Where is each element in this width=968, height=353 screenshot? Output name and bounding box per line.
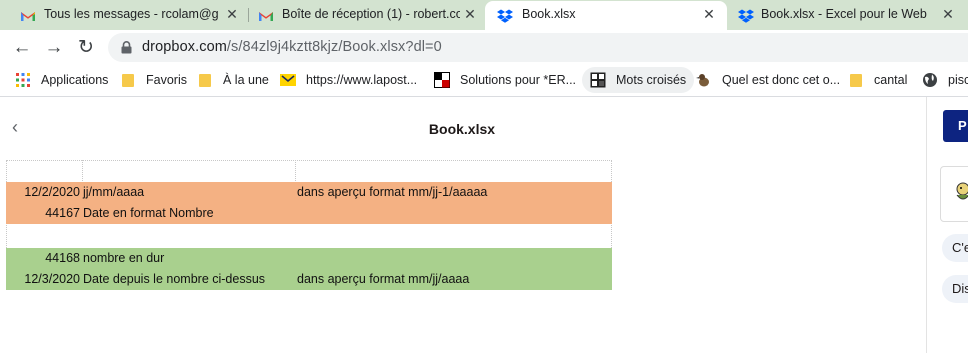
cell-a5[interactable]: 44168 <box>6 248 80 269</box>
crossword-grid-icon <box>590 72 606 88</box>
bookmark-label: Solutions pour *ER... <box>460 73 577 87</box>
tab-title: Book.xlsx <box>522 7 576 21</box>
bookmark-label: Mots croisés <box>616 73 687 87</box>
folder-icon <box>120 72 136 88</box>
close-icon[interactable]: ✕ <box>940 6 956 23</box>
right-sidebar: P C'e Dis <box>926 97 968 353</box>
tab-gmail-inbox[interactable]: Boîte de réception (1) - robert.co ✕ <box>238 1 485 30</box>
user-avatar-icon <box>956 182 968 200</box>
sidebar-pill-comment[interactable]: C'e <box>942 234 968 262</box>
bookmark-cantal[interactable]: cantal <box>848 66 907 94</box>
bookmark-label: Favoris <box>146 73 187 87</box>
bookmark-label: Applications <box>41 73 109 87</box>
cell-a6[interactable]: 12/3/2020 <box>6 269 80 290</box>
cell-a3[interactable]: 44167 <box>6 203 80 224</box>
address-bar[interactable]: dropbox.com/s/84zl9j4kztt8kjz/Book.xlsx?… <box>108 33 968 62</box>
bookmark-label: cantal <box>874 73 908 87</box>
close-icon[interactable]: ✕ <box>701 6 717 23</box>
tab-gmail-all-messages[interactable]: Tous les messages - rcolam@gm ✕ <box>0 1 247 30</box>
bird-icon <box>696 74 709 87</box>
spreadsheet-preview: 12/2/2020 jj/mm/aaaa dans aperçu format … <box>6 160 612 291</box>
reload-icon[interactable]: ↻ <box>74 36 98 60</box>
cell-a2[interactable]: 12/2/2020 <box>6 182 80 203</box>
cell-b3[interactable]: Date en format Nombre <box>83 203 293 224</box>
bookmark-favoris[interactable]: Favoris <box>120 66 187 94</box>
back-arrow-icon[interactable]: ← <box>10 36 34 60</box>
gridline <box>295 160 296 181</box>
cell-b2[interactable]: jj/mm/aaaa <box>83 182 293 203</box>
bookmark-mots-croises[interactable]: Mots croisés <box>582 67 695 93</box>
bookmark-pisci[interactable]: pisci <box>922 66 968 94</box>
primary-action-button[interactable]: P <box>943 110 968 142</box>
apps-grid-icon <box>16 73 30 87</box>
bookmarks-bar: Applications Favoris À la une https://ww… <box>0 66 968 94</box>
bookmark-label: https://www.lapost... <box>306 73 418 87</box>
browser-toolbar: ← → ↻ dropbox.com/s/84zl9j4kztt8kjz/Book… <box>0 30 968 66</box>
url-text: dropbox.com/s/84zl9j4kztt8kjz/Book.xlsx?… <box>142 39 442 55</box>
tab-title: Boîte de réception (1) - robert.co <box>282 7 460 21</box>
sidebar-pill-discussion[interactable]: Dis <box>942 275 968 303</box>
bookmark-label: À la une <box>223 73 269 87</box>
tab-book-xlsx[interactable]: Book.xlsx ✕ <box>485 1 727 30</box>
bookmark-label: Quel est donc cet o... <box>722 73 841 87</box>
close-icon[interactable]: ✕ <box>462 6 478 23</box>
cell-b6[interactable]: Date depuis le nombre ci-dessus <box>83 269 293 290</box>
forward-arrow-icon[interactable]: → <box>42 36 66 60</box>
crossword-icon <box>434 72 450 88</box>
dropbox-icon <box>738 9 754 23</box>
gmail-icon <box>259 12 273 21</box>
cell-b5[interactable]: nombre en dur <box>83 248 293 269</box>
cell-c6[interactable]: dans aperçu format mm/jj/aaaa <box>297 269 611 290</box>
folder-icon <box>848 72 864 88</box>
gridline <box>82 160 83 181</box>
gmail-icon <box>21 12 35 21</box>
globe-icon <box>923 73 937 87</box>
laposte-icon <box>280 74 296 86</box>
bookmark-applications[interactable]: Applications <box>15 66 108 94</box>
page-title: Book.xlsx <box>428 121 496 137</box>
folder-icon <box>197 72 213 88</box>
tab-excel-web[interactable]: Book.xlsx - Excel pour le Web ✕ <box>728 1 968 30</box>
dropbox-preview-page: ‹ Book.xlsx 12/2/2020 jj/mm/aaaa dans ap… <box>0 97 968 353</box>
tab-title: Book.xlsx - Excel pour le Web <box>761 7 927 21</box>
bookmark-a-la-une[interactable]: À la une <box>197 66 269 94</box>
bookmark-quel-est-donc[interactable]: Quel est donc cet o... <box>696 66 840 94</box>
bookmark-solutions[interactable]: Solutions pour *ER... <box>434 66 576 94</box>
dropbox-icon <box>497 9 513 23</box>
bookmark-label: pisci <box>948 73 968 87</box>
gridline <box>6 160 612 161</box>
lock-icon <box>121 41 132 54</box>
avatar[interactable] <box>940 166 968 222</box>
url-host: dropbox.com <box>142 39 227 55</box>
url-path: /s/84zl9j4kztt8kjz/Book.xlsx?dl=0 <box>226 39 442 55</box>
tab-title: Tous les messages - rcolam@gm <box>44 7 219 21</box>
tab-strip: Tous les messages - rcolam@gm ✕ Boîte de… <box>0 0 968 30</box>
cell-c2[interactable]: dans aperçu format mm/jj-1/aaaaa <box>297 182 611 203</box>
bookmark-laposte[interactable]: https://www.lapost... <box>280 66 417 94</box>
